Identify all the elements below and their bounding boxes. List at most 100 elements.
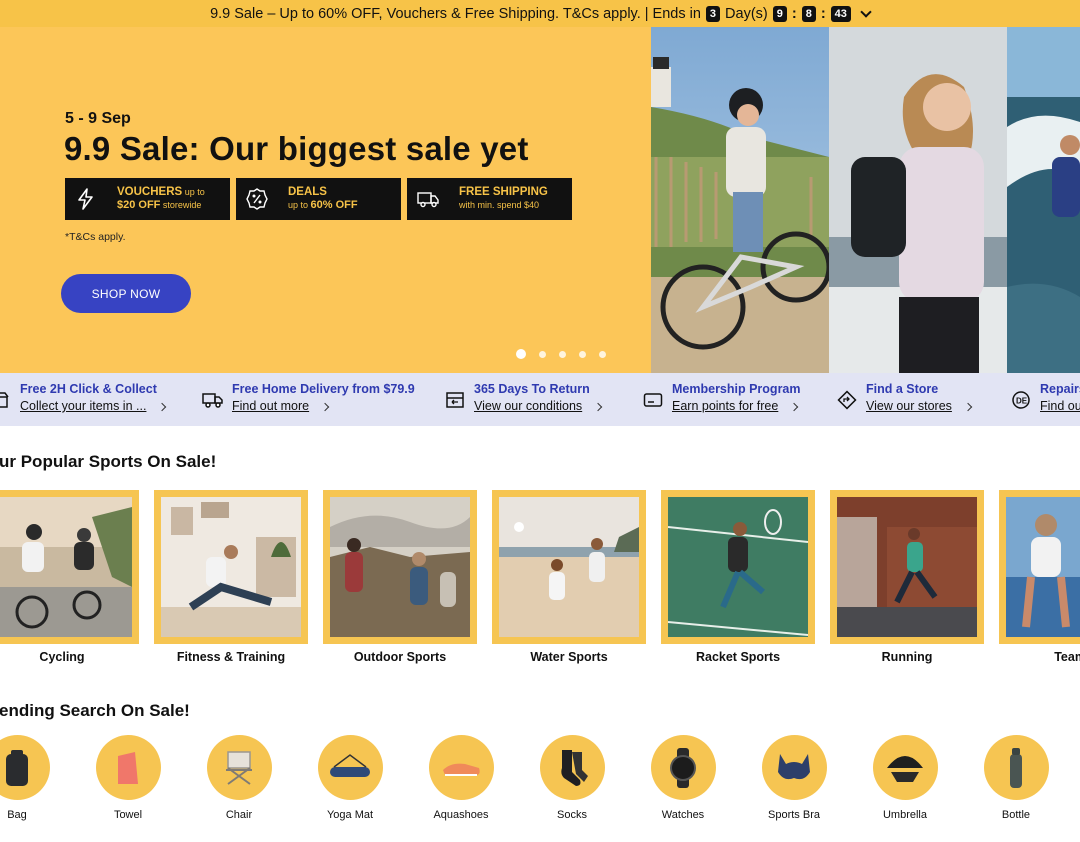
trend-label: Bottle [1001, 809, 1031, 821]
perk-shipping-title: FREE SHIPPING [459, 186, 548, 198]
bag-icon [0, 735, 50, 800]
trend-item-chair[interactable]: Chair [189, 735, 289, 821]
perk-deals-title: DEALS [288, 186, 327, 198]
sport-label: Water Sports [530, 650, 608, 664]
trend-item-watches[interactable]: Watches [633, 735, 733, 821]
carousel-dot[interactable] [599, 350, 606, 358]
countdown-colon: : [820, 5, 826, 22]
service-click-collect[interactable]: Free 2H Click & Collect Collect your ite… [0, 381, 167, 415]
sports-bra-icon [761, 735, 827, 800]
carousel-dot[interactable] [559, 350, 566, 358]
hero-photo-surfer [1007, 27, 1080, 373]
sport-image [161, 497, 301, 637]
yoga-mat-icon [317, 735, 383, 800]
service-link[interactable]: View our stores [866, 398, 952, 415]
umbrella-icon [872, 735, 938, 800]
trend-item-socks[interactable]: Socks [522, 735, 622, 821]
countdown-minutes: 8 [801, 5, 816, 22]
service-link[interactable]: Find out more [232, 398, 309, 415]
service-repairs[interactable]: DE Repairs Find ou [1010, 381, 1080, 415]
chevron-right-icon [320, 402, 330, 411]
sport-card-outdoor[interactable]: Outdoor Sports [323, 490, 477, 664]
page: 9.9 Sale – Up to 60% OFF, Vouchers & Fre… [0, 0, 1080, 842]
countdown-seconds: 43 [830, 5, 851, 22]
perk-deals: DEALS up to 60% OFF [236, 178, 401, 220]
carousel-dot[interactable] [516, 349, 526, 359]
trend-item-bottle[interactable]: Bottle [966, 735, 1066, 821]
service-find-store[interactable]: Find a Store View our stores [836, 381, 973, 415]
towel-icon [95, 735, 161, 800]
countdown-colon: : [791, 5, 797, 22]
countdown-days: 3 [705, 5, 721, 22]
promo-bar[interactable]: 9.9 Sale – Up to 60% OFF, Vouchers & Fre… [0, 0, 1080, 27]
percent-badge-icon [244, 186, 270, 212]
service-membership[interactable]: Membership Program Earn points for free [642, 381, 801, 415]
service-title: Free Home Delivery from $79.9 [232, 382, 415, 396]
sport-image [1006, 497, 1080, 637]
sport-label: Cycling [39, 650, 85, 664]
services-strip: Free 2H Click & Collect Collect your ite… [0, 373, 1080, 426]
service-link[interactable]: Collect your items in ... [20, 398, 146, 415]
trend-item-bag[interactable]: Bag [0, 735, 67, 821]
trend-label: Aquashoes [433, 809, 489, 821]
aquashoe-icon [428, 735, 494, 800]
sport-card-fitness[interactable]: Fitness & Training [154, 490, 308, 664]
hero-title: 9.9 Sale: Our biggest sale yet [64, 130, 529, 167]
sport-label: Running [881, 650, 933, 664]
hero-banner: 5 - 9 Sep 9.9 Sale: Our biggest sale yet… [0, 27, 1080, 373]
countdown-days-label: Day(s) [725, 5, 768, 22]
repair-badge-icon: DE [1010, 389, 1032, 411]
perk-vouchers-title-small: up to [182, 187, 205, 197]
service-link[interactable]: View our conditions [474, 398, 582, 415]
shop-now-button[interactable]: SHOP NOW [61, 274, 191, 313]
sport-card-team[interactable]: Team S [999, 490, 1080, 664]
sport-card-cycling[interactable]: Cycling [0, 490, 139, 664]
watch-icon [650, 735, 716, 800]
trend-item-sports-bra[interactable]: Sports Bra [744, 735, 844, 821]
perk-list: VOUCHERS up to $20 OFF storewide DEALS u… [65, 178, 572, 220]
sport-card-running[interactable]: Running [830, 490, 984, 664]
sport-image [0, 497, 132, 637]
trend-label: Yoga Mat [326, 809, 374, 821]
perk-vouchers-value: $20 OFF [117, 199, 161, 211]
sport-image [668, 497, 808, 637]
carousel-dot[interactable] [539, 350, 546, 358]
trend-label: Chair [225, 809, 253, 821]
hero-date: 5 - 9 Sep [65, 110, 131, 127]
promo-ends-label: Ends in [652, 5, 701, 22]
carousel-dot[interactable] [579, 350, 586, 358]
hero-terms: *T&Cs apply. [65, 231, 126, 243]
trend-item-yoga-mat[interactable]: Yoga Mat [300, 735, 400, 821]
perk-deals-value-small: up to [288, 200, 311, 210]
promo-separator: | [644, 5, 649, 22]
hero-photo-hiker [829, 27, 1007, 373]
service-home-delivery[interactable]: Free Home Delivery from $79.9 Find out m… [202, 381, 415, 415]
service-link[interactable]: Earn points for free [672, 398, 778, 415]
trend-item-umbrella[interactable]: Umbrella [855, 735, 955, 821]
hero-photos [651, 27, 1080, 373]
sport-image [837, 497, 977, 637]
trend-label: Bag [7, 809, 27, 821]
perk-vouchers: VOUCHERS up to $20 OFF storewide [65, 178, 230, 220]
trend-label: Socks [557, 809, 587, 821]
perk-free-shipping: FREE SHIPPING with min. spend $40 [407, 178, 572, 220]
direction-sign-icon [836, 389, 858, 411]
trend-item-towel[interactable]: Towel [78, 735, 178, 821]
sport-card-racket[interactable]: Racket Sports [661, 490, 815, 664]
trend-item-aquashoes[interactable]: Aquashoes [411, 735, 511, 821]
popular-sports-title: ur Popular Sports On Sale! [0, 452, 217, 471]
svg-text:DE: DE [1016, 397, 1028, 406]
service-title: Membership Program [672, 382, 801, 396]
sport-image [330, 497, 470, 637]
service-returns[interactable]: 365 Days To Return View our conditions [444, 381, 603, 415]
sport-card-water[interactable]: Water Sports [492, 490, 646, 664]
chair-icon [206, 735, 272, 800]
bottle-icon [983, 735, 1049, 800]
sport-label: Racket Sports [695, 650, 781, 664]
lightning-icon [73, 186, 99, 212]
chevron-down-icon[interactable] [860, 5, 872, 18]
sport-image [499, 497, 639, 637]
trend-label: Sports Bra [768, 809, 820, 821]
perk-shipping-subtitle: with min. spend $40 [459, 200, 540, 210]
service-link[interactable]: Find ou [1040, 398, 1080, 415]
